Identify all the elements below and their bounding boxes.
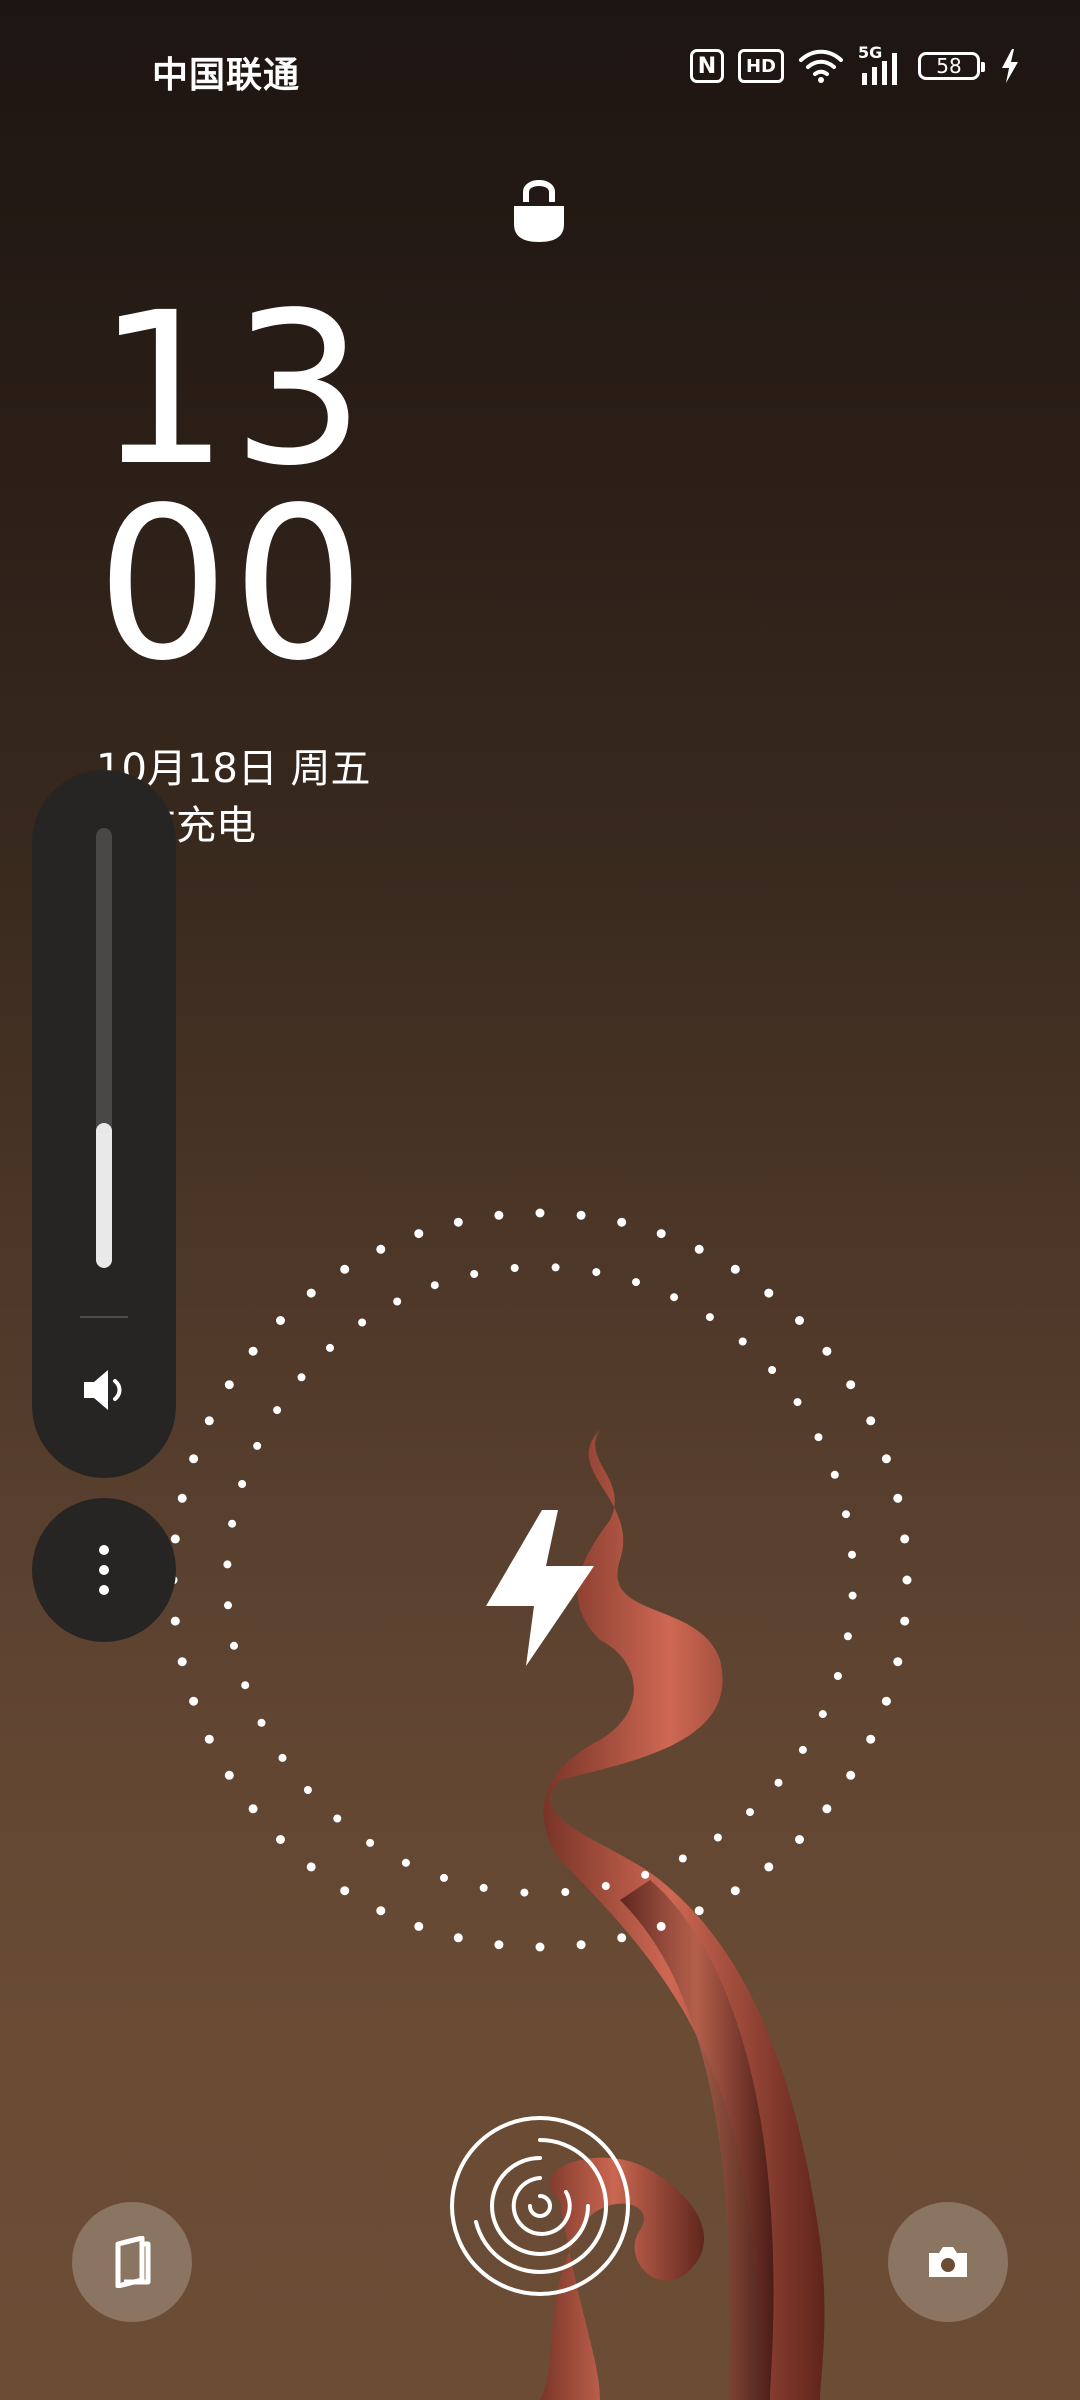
clock-minute: 00 <box>96 462 368 707</box>
speaker-icon[interactable] <box>78 1364 130 1416</box>
wifi-icon <box>799 49 843 83</box>
nfc-label: N <box>697 53 717 79</box>
hd-icon: HD <box>737 49 784 83</box>
status-icons: N HD 5G 58 <box>689 43 1020 86</box>
volume-more-button[interactable] <box>32 1498 176 1642</box>
charging-bolt-icon <box>1002 49 1018 83</box>
hd-label: HD <box>745 55 776 77</box>
volume-slider-fill <box>96 1122 112 1268</box>
carrier-name: 中国联通 <box>152 55 301 96</box>
nfc-icon: N <box>689 49 724 83</box>
lock-icon <box>514 180 564 242</box>
camera-icon <box>929 2247 967 2277</box>
lightning-bolt-icon <box>486 1510 594 1666</box>
device-icon <box>115 2236 151 2288</box>
status-bar: 中国联通 N HD 5G 58 <box>0 0 1080 136</box>
lock-screen: 中国联通 N HD 5G 58 13 00 10月18日 周五 正在充电 <box>0 0 1080 2400</box>
battery-level: 58 <box>936 54 962 78</box>
device-shortcut-button[interactable] <box>72 2202 192 2322</box>
more-vertical-icon <box>99 1545 109 1595</box>
fingerprint-icon[interactable] <box>446 2112 634 2300</box>
volume-slider[interactable] <box>96 828 112 1268</box>
signal-5g-icon: 5G <box>858 43 904 85</box>
camera-shortcut-button[interactable] <box>888 2202 1008 2322</box>
battery-icon: 58 <box>918 52 985 80</box>
volume-panel <box>32 770 176 1478</box>
volume-divider <box>80 1316 128 1318</box>
